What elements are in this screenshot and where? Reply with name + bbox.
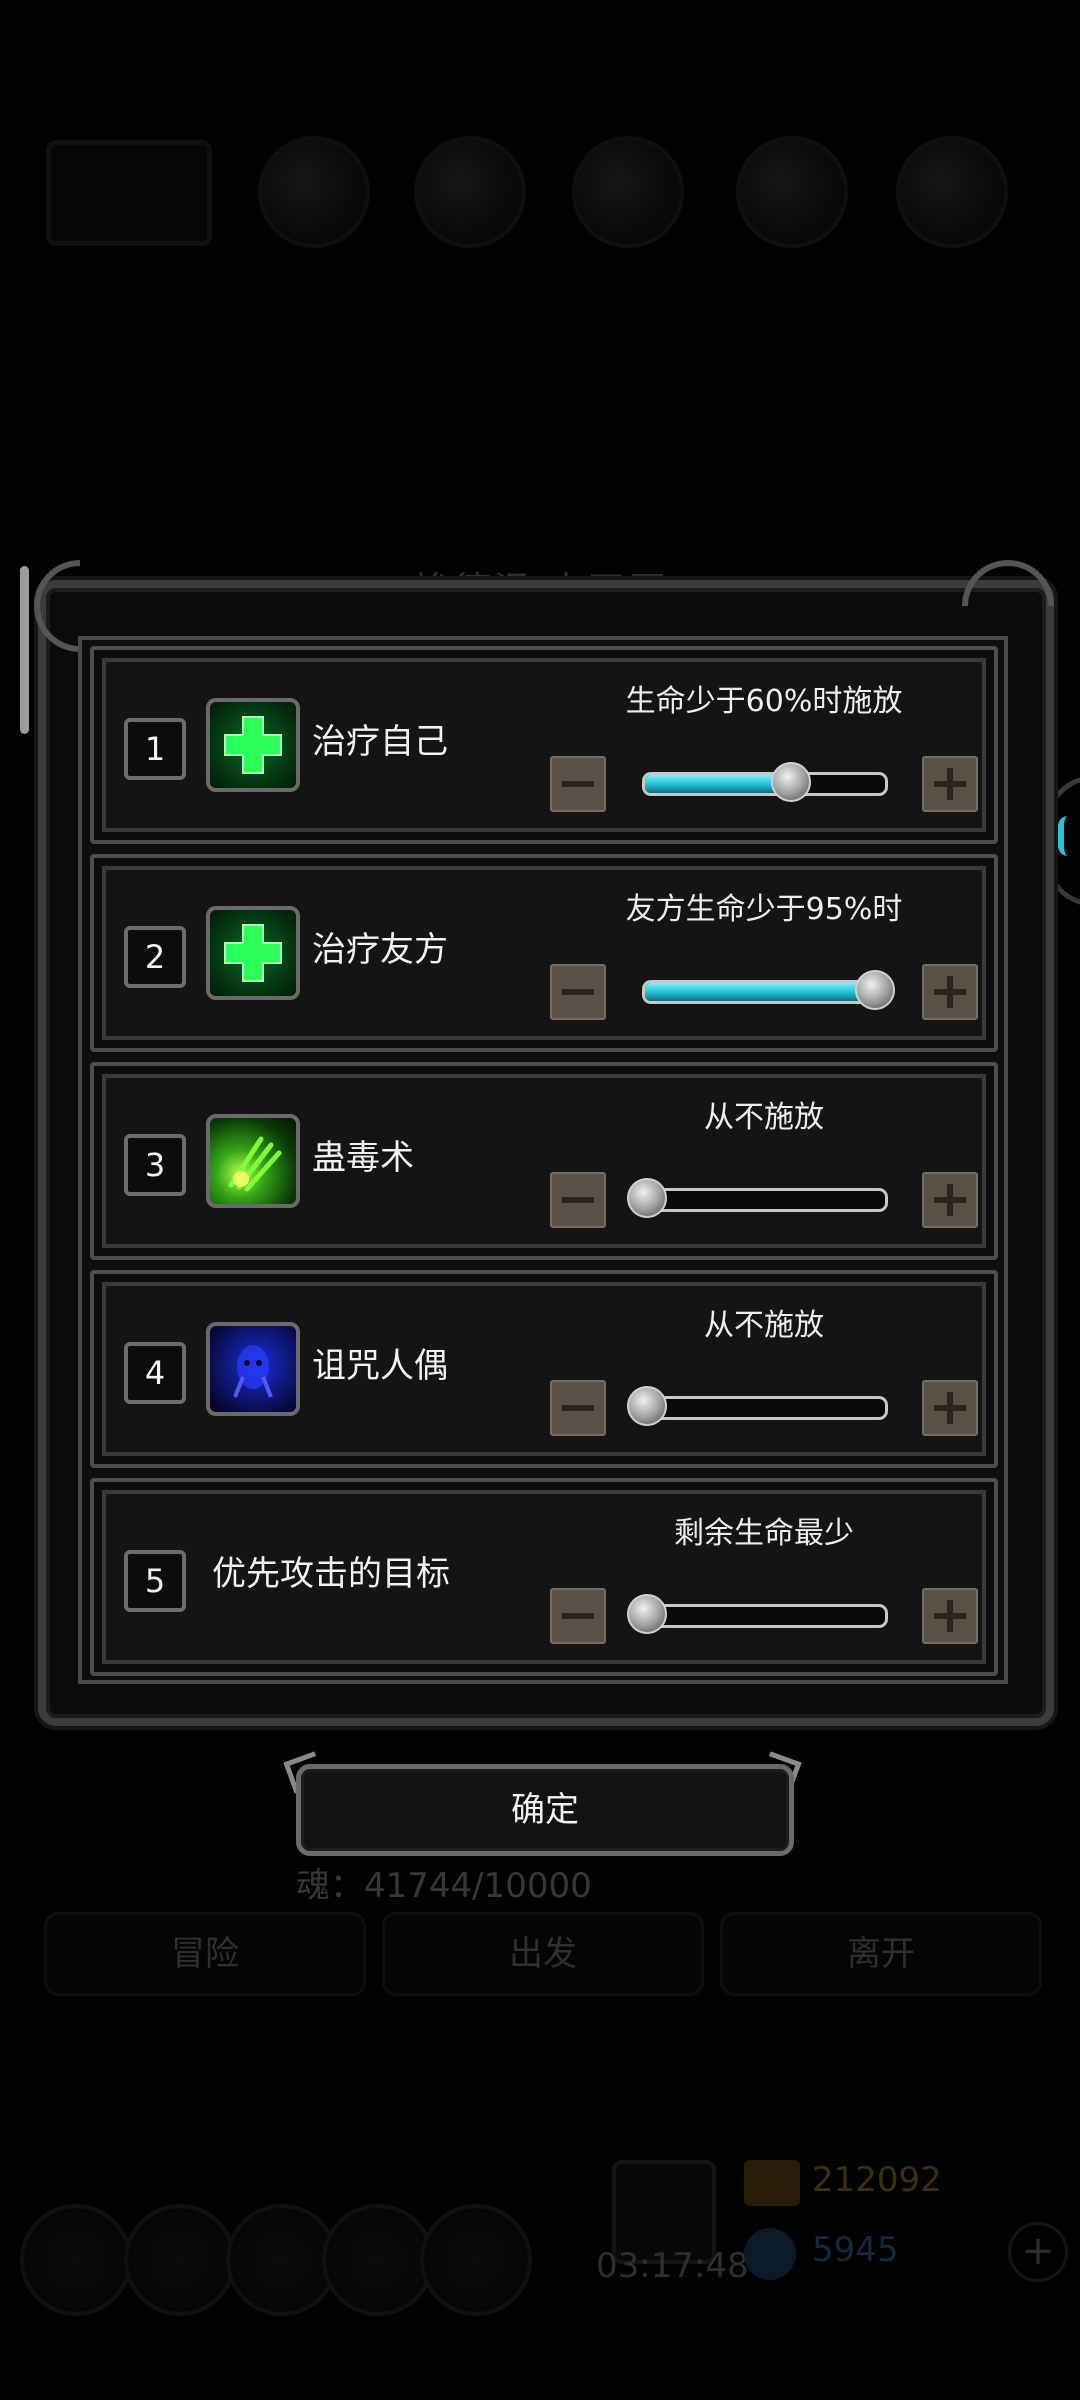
decrease-button[interactable] (550, 1380, 606, 1436)
hero-portrait-icon[interactable] (414, 136, 526, 248)
menu-icon[interactable] (322, 2204, 434, 2316)
cast-condition: 友方生命少于95%时 (625, 892, 903, 927)
slider-thumb[interactable] (627, 1594, 667, 1634)
row-number: 3 (124, 1134, 186, 1196)
slider-fill (645, 775, 789, 793)
row-number: 1 (124, 718, 186, 780)
row-number: 2 (124, 926, 186, 988)
skill-row-1: 1 治疗自己 生命少于60%时施放 (90, 646, 998, 844)
game-screen: 埃德温 大平原 魂：41744/10000 冒险 出发 离开 03:17:48 … (0, 0, 1080, 2400)
increase-button[interactable] (922, 964, 978, 1020)
soul-counter: 魂：41744/10000 (296, 1866, 592, 1906)
scrollbar[interactable] (20, 566, 29, 734)
cast-condition: 从不施放 (704, 1100, 824, 1135)
decrease-button[interactable] (550, 1588, 606, 1644)
target-priority-row: 5 优先攻击的目标 剩余生命最少 (90, 1478, 998, 1676)
cast-threshold-slider[interactable] (642, 772, 888, 796)
skill-name: 诅咒人偶 (312, 1346, 448, 1386)
gem-icon (744, 2228, 796, 2280)
gold-amount: 212092 (812, 2160, 942, 2200)
tab-leave[interactable]: 离开 (720, 1912, 1042, 1996)
row-number: 4 (124, 1342, 186, 1404)
menu-icon[interactable] (420, 2204, 532, 2316)
increase-button[interactable] (922, 1380, 978, 1436)
skill-row-4: 4 诅咒人偶 从不施放 (90, 1270, 998, 1468)
decrease-button[interactable] (550, 756, 606, 812)
menu-icon[interactable] (20, 2204, 132, 2316)
cast-condition: 生命少于60%时施放 (625, 684, 903, 719)
gem-amount: 5945 (812, 2230, 899, 2270)
decrease-button[interactable] (550, 964, 606, 1020)
tab-depart[interactable]: 出发 (382, 1912, 704, 1996)
hero-portrait-icon[interactable] (736, 136, 848, 248)
menu-icon[interactable] (124, 2204, 236, 2316)
skill-row-3: 3 蛊毒术 从不施放 (90, 1062, 998, 1260)
cast-threshold-slider[interactable] (642, 1188, 888, 1212)
skill-name: 治疗友方 (312, 930, 448, 970)
slider-thumb[interactable] (627, 1386, 667, 1426)
cast-threshold-slider[interactable] (642, 980, 888, 1004)
side-menu-accent (1058, 816, 1074, 856)
cast-condition: 从不施放 (704, 1308, 824, 1343)
poison-claw-icon (206, 1114, 300, 1208)
hero-portrait-icon[interactable] (572, 136, 684, 248)
skill-name: 治疗自己 (312, 722, 448, 762)
increase-button[interactable] (922, 1172, 978, 1228)
slider-thumb[interactable] (855, 970, 895, 1010)
skill-name: 蛊毒术 (312, 1138, 414, 1178)
curse-doll-icon (206, 1322, 300, 1416)
tab-adventure[interactable]: 冒险 (44, 1912, 366, 1996)
increase-button[interactable] (922, 1588, 978, 1644)
slider-thumb[interactable] (771, 762, 811, 802)
hero-portrait-icon[interactable] (896, 136, 1008, 248)
hero-portrait-icon[interactable] (258, 136, 370, 248)
gold-icon (744, 2160, 800, 2206)
target-priority-slider[interactable] (642, 1604, 888, 1628)
row-number: 5 (124, 1550, 186, 1612)
skill-name: 优先攻击的目标 (212, 1554, 450, 1594)
decrease-button[interactable] (550, 1172, 606, 1228)
map-icon[interactable] (46, 140, 212, 246)
skill-row-2: 2 治疗友方 友方生命少于95%时 (90, 854, 998, 1052)
add-currency-icon[interactable]: + (1008, 2222, 1068, 2282)
gift-timer: 03:17:48 (596, 2246, 749, 2286)
slider-fill (645, 983, 873, 1001)
slider-thumb[interactable] (627, 1178, 667, 1218)
cast-threshold-slider[interactable] (642, 1396, 888, 1420)
increase-button[interactable] (922, 756, 978, 812)
heal-cross-icon (206, 906, 300, 1000)
confirm-button[interactable]: 确定 (296, 1764, 794, 1856)
heal-cross-icon (206, 698, 300, 792)
target-condition: 剩余生命最少 (674, 1516, 854, 1551)
